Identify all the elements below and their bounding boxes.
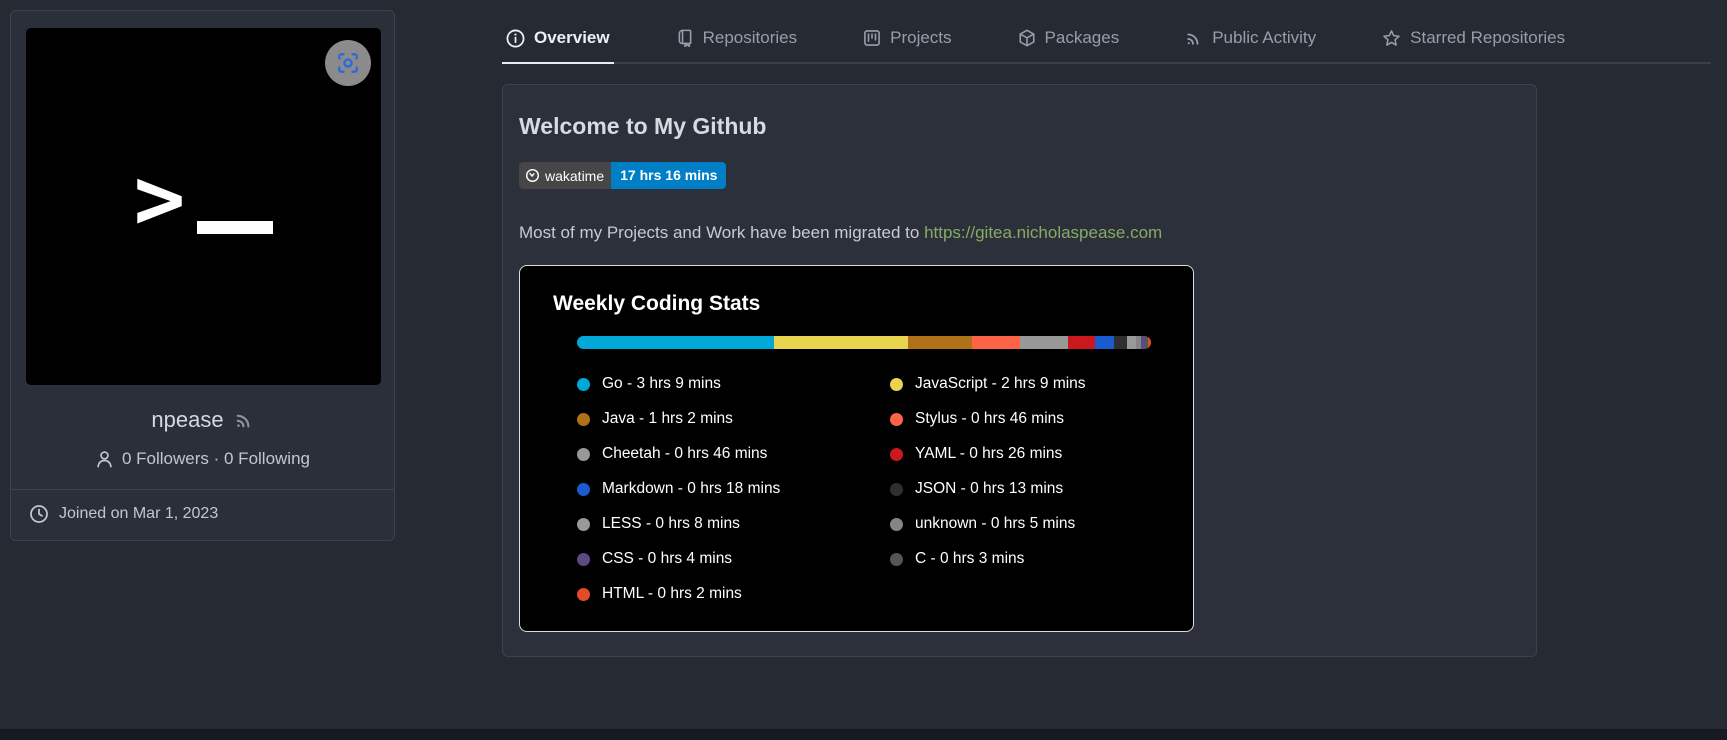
legend-dot (577, 483, 590, 496)
legend-label: JavaScript - 2 hrs 9 mins (915, 375, 1086, 393)
project-board-icon (863, 29, 881, 47)
tab-public-activity[interactable]: Public Activity (1181, 18, 1320, 64)
gitea-link[interactable]: https://gitea.nicholaspease.com (924, 223, 1162, 242)
legend-dot (890, 378, 903, 391)
bar-segment-go (577, 336, 774, 349)
legend-label: unknown - 0 hrs 5 mins (915, 515, 1075, 533)
stats-title: Weekly Coding Stats (553, 292, 1151, 316)
rss-activity-icon (1185, 29, 1203, 47)
bar-segment-stylus (972, 336, 1020, 349)
legend-item-yaml: YAML - 0 hrs 26 mins (890, 445, 1151, 463)
profile-tabs: Overview Repositories Projects (502, 0, 1711, 64)
person-icon (95, 450, 114, 469)
legend-dot (577, 553, 590, 566)
legend-dot (577, 413, 590, 426)
wakatime-badge-value: 17 hrs 16 mins (611, 162, 726, 189)
legend-item-html: HTML - 0 hrs 2 mins (577, 585, 890, 603)
bar-segment-java (908, 336, 972, 349)
bottom-strip (0, 729, 1727, 740)
legend-dot (890, 553, 903, 566)
legend-dot (890, 448, 903, 461)
legend-item-less: LESS - 0 hrs 8 mins (577, 515, 890, 533)
legend-item-go: Go - 3 hrs 9 mins (577, 375, 890, 393)
profile-username: npease (151, 407, 223, 433)
legend-label: CSS - 0 hrs 4 mins (602, 550, 732, 568)
legend-dot (890, 413, 903, 426)
visual-search-button[interactable] (325, 40, 371, 86)
legend-dot (577, 378, 590, 391)
bar-segment-javascript (774, 336, 908, 349)
terminal-prompt-logo: > (134, 170, 274, 256)
legend-item-stylus: Stylus - 0 hrs 46 mins (890, 410, 1151, 428)
legend-dot (577, 588, 590, 601)
wakatime-clock-icon (525, 168, 540, 183)
bar-segment-json (1114, 336, 1128, 349)
tab-starred-repositories[interactable]: Starred Repositories (1378, 18, 1569, 64)
wakatime-badge[interactable]: wakatime 17 hrs 16 mins (519, 162, 726, 189)
tab-packages[interactable]: Packages (1014, 18, 1124, 64)
weekly-coding-stats-card: Weekly Coding Stats Go - 3 hrs 9 mins Jav… (519, 265, 1194, 632)
legend-label: YAML - 0 hrs 26 mins (915, 445, 1062, 463)
overview-panel: Welcome to My Github wakatime 17 hrs 16 … (502, 84, 1537, 657)
bar-segment-less (1127, 336, 1135, 349)
legend-item-css: CSS - 0 hrs 4 mins (577, 550, 890, 568)
legend-label: Markdown - 0 hrs 18 mins (602, 480, 780, 498)
profile-avatar: > (26, 28, 381, 385)
legend-item-c: C - 0 hrs 3 mins (890, 550, 1151, 568)
followers-following[interactable]: 0 Followers · 0 Following (11, 449, 394, 469)
tab-overview[interactable]: Overview (502, 18, 614, 64)
tab-repositories[interactable]: Repositories (672, 18, 802, 64)
bar-segment-yaml (1068, 336, 1095, 349)
info-circle-icon (506, 29, 525, 48)
legend-label: HTML - 0 hrs 2 mins (602, 585, 742, 603)
migration-note: Most of my Projects and Work have been m… (519, 223, 1520, 243)
legend-item-markdown: Markdown - 0 hrs 18 mins (577, 480, 890, 498)
wakatime-badge-label: wakatime (519, 162, 611, 189)
bar-segment-markdown (1095, 336, 1114, 349)
legend-label: Stylus - 0 hrs 46 mins (915, 410, 1064, 428)
star-icon (1382, 29, 1401, 48)
legend-label: Java - 1 hrs 2 mins (602, 410, 733, 428)
legend: Go - 3 hrs 9 mins JavaScript - 2 hrs 9 mi… (577, 375, 1151, 603)
legend-label: Go - 3 hrs 9 mins (602, 375, 721, 393)
legend-label: C - 0 hrs 3 mins (915, 550, 1024, 568)
joined-date: Joined on Mar 1, 2023 (11, 490, 394, 540)
legend-item-java: Java - 1 hrs 2 mins (577, 410, 890, 428)
bar-segment-html (1148, 336, 1151, 349)
legend-dot (577, 448, 590, 461)
tab-projects[interactable]: Projects (859, 18, 955, 64)
repo-book-icon (676, 29, 694, 47)
profile-card: > npease (10, 10, 395, 541)
legend-dot (577, 518, 590, 531)
legend-dot (890, 483, 903, 496)
welcome-heading: Welcome to My Github (519, 113, 1520, 140)
package-icon (1018, 29, 1036, 47)
legend-label: LESS - 0 hrs 8 mins (602, 515, 740, 533)
legend-item-json: JSON - 0 hrs 13 mins (890, 480, 1151, 498)
stacked-bar (577, 336, 1151, 349)
rss-feed-icon[interactable] (234, 410, 254, 430)
bar-segment-cheetah (1020, 336, 1068, 349)
camera-search-icon (335, 50, 361, 76)
legend-item-unknown: unknown - 0 hrs 5 mins (890, 515, 1151, 533)
legend-label: JSON - 0 hrs 13 mins (915, 480, 1063, 498)
legend-item-cheetah: Cheetah - 0 hrs 46 mins (577, 445, 890, 463)
clock-icon (29, 504, 49, 524)
legend-item-javascript: JavaScript - 2 hrs 9 mins (890, 375, 1151, 393)
legend-label: Cheetah - 0 hrs 46 mins (602, 445, 767, 463)
legend-dot (890, 518, 903, 531)
